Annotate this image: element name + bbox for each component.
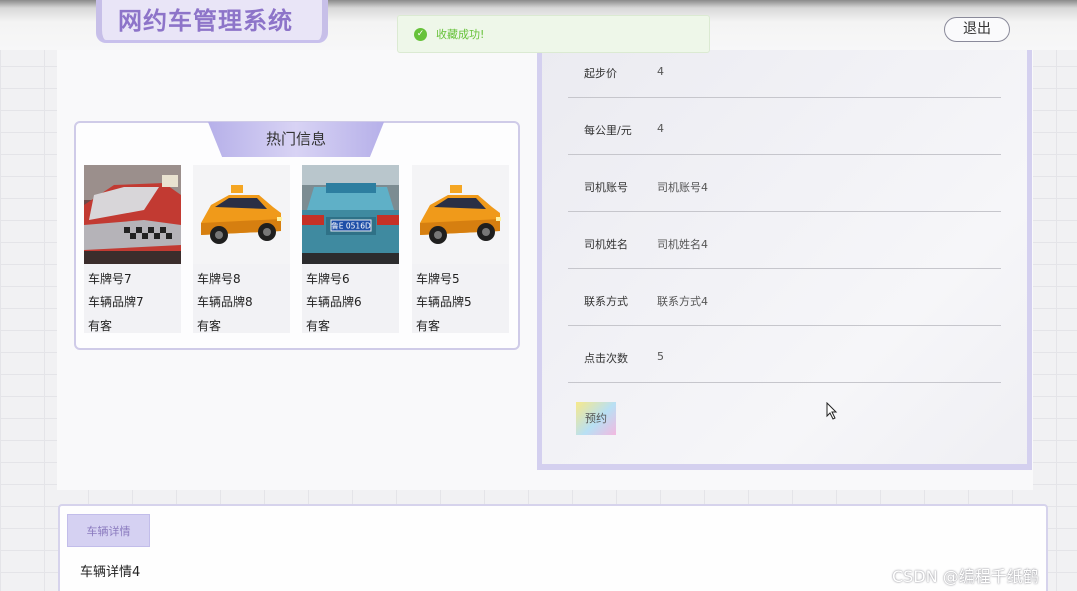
car-status: 有客 bbox=[88, 319, 113, 333]
car-status: 有客 bbox=[197, 319, 222, 333]
car-brand: 车辆品牌5 bbox=[416, 295, 472, 309]
info-value-base-fare: 4 bbox=[657, 65, 664, 78]
car-brand: 车辆品牌6 bbox=[306, 295, 362, 309]
info-label-per-km: 每公里/元 bbox=[584, 124, 632, 137]
info-value-click-count: 5 bbox=[657, 350, 664, 363]
car-card[interactable]: 车牌号8 车辆品牌8 有客 bbox=[193, 165, 290, 333]
car-plate: 车牌号8 bbox=[197, 272, 241, 286]
license-plate-text: 鲁E 0516D bbox=[331, 221, 371, 231]
car-brand: 车辆品牌8 bbox=[197, 295, 253, 309]
info-label-driver-account: 司机账号 bbox=[584, 181, 628, 194]
car-status: 有客 bbox=[306, 319, 331, 333]
info-label-contact: 联系方式 bbox=[584, 295, 628, 308]
divider bbox=[568, 154, 1001, 155]
check-circle-icon: ✓ bbox=[414, 27, 427, 41]
toast-message: 收藏成功! bbox=[436, 28, 485, 41]
divider bbox=[568, 382, 1001, 383]
car-brand: 车辆品牌7 bbox=[88, 295, 144, 309]
info-label-driver-name: 司机姓名 bbox=[584, 238, 628, 251]
watermark: CSDN @编程千纸鹤 bbox=[892, 567, 1039, 586]
info-value-driver-account: 司机账号4 bbox=[657, 181, 708, 194]
vehicle-detail-content: 车辆详情4 bbox=[80, 565, 141, 580]
info-value-per-km: 4 bbox=[657, 122, 664, 135]
divider bbox=[568, 268, 1001, 269]
divider bbox=[568, 211, 1001, 212]
car-card[interactable]: 车牌号7 车辆品牌7 有客 bbox=[84, 165, 181, 333]
car-photo-yellow-taxi bbox=[412, 165, 509, 264]
car-plate: 车牌号5 bbox=[416, 272, 460, 286]
car-status: 有客 bbox=[416, 319, 441, 333]
book-button[interactable]: 预约 bbox=[576, 402, 616, 435]
car-photo-red-taxi bbox=[84, 165, 181, 264]
app-title: 网约车管理系统 bbox=[118, 7, 293, 35]
divider bbox=[568, 97, 1001, 98]
info-value-driver-name: 司机姓名4 bbox=[657, 238, 708, 251]
car-card[interactable]: 车牌号5 车辆品牌5 有客 bbox=[412, 165, 509, 333]
car-photo-yellow-taxi bbox=[193, 165, 290, 264]
info-label-click-count: 点击次数 bbox=[584, 352, 628, 365]
mouse-cursor-icon bbox=[826, 402, 838, 420]
logout-button[interactable]: 退出 bbox=[944, 17, 1010, 42]
car-card[interactable]: 鲁E 0516D 车牌号6 车辆品牌6 有客 bbox=[302, 165, 399, 333]
divider bbox=[568, 325, 1001, 326]
hot-info-title: 热门信息 bbox=[208, 122, 384, 157]
car-plate: 车牌号6 bbox=[306, 272, 350, 286]
car-plate: 车牌号7 bbox=[88, 272, 132, 286]
success-toast: ✓ 收藏成功! bbox=[397, 15, 710, 53]
car-photo-teal-taxi: 鲁E 0516D bbox=[302, 165, 399, 264]
info-label-base-fare: 起步价 bbox=[584, 67, 617, 80]
info-value-contact: 联系方式4 bbox=[657, 295, 708, 308]
tab-vehicle-detail[interactable]: 车辆详情 bbox=[67, 514, 150, 547]
